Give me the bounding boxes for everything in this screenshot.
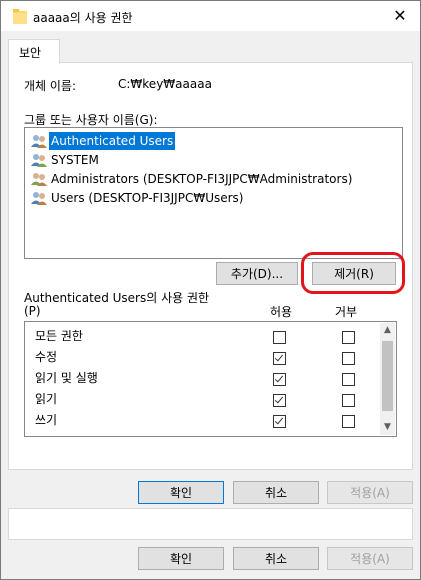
- window-frame: [0, 0, 421, 580]
- tab-security-label: 보안: [19, 46, 42, 60]
- tab-security[interactable]: 보안: [8, 39, 60, 64]
